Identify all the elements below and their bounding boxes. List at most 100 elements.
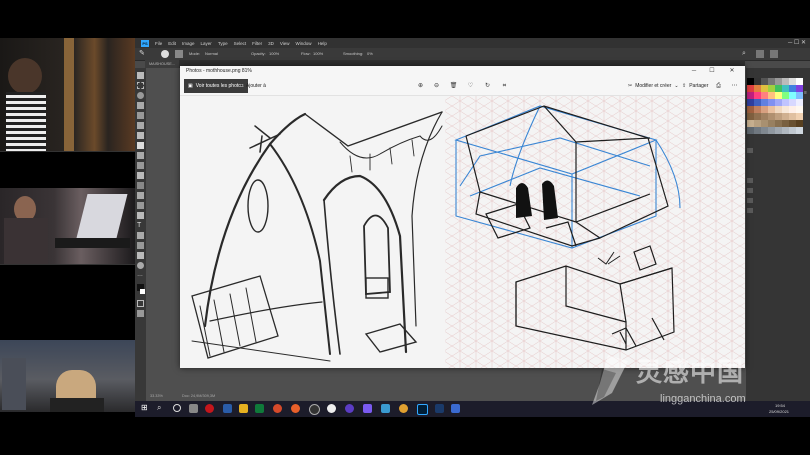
rotate-icon[interactable]: ↻ xyxy=(483,81,492,91)
app-icon[interactable] xyxy=(223,404,232,413)
color-swatch[interactable] xyxy=(782,120,789,127)
brush-preset-icon[interactable] xyxy=(161,50,169,58)
color-swatch[interactable] xyxy=(747,113,754,120)
panel-icon[interactable] xyxy=(747,198,753,203)
color-swatch[interactable] xyxy=(782,85,789,92)
app-icon[interactable] xyxy=(345,404,354,413)
favorite-icon[interactable]: ♡ xyxy=(466,81,475,91)
color-swatch[interactable] xyxy=(768,92,775,99)
path-select-tool-icon[interactable] xyxy=(137,232,144,239)
app-icon[interactable] xyxy=(205,404,214,413)
history-brush-tool-icon[interactable] xyxy=(137,162,144,169)
color-swatch[interactable] xyxy=(754,92,761,99)
menu-image[interactable]: Image xyxy=(182,41,195,46)
color-swatch[interactable] xyxy=(775,85,782,92)
stamp-tool-icon[interactable] xyxy=(137,152,144,159)
move-tool-icon[interactable] xyxy=(137,72,144,79)
color-swatch[interactable] xyxy=(754,120,761,127)
color-swatch[interactable] xyxy=(796,92,803,99)
type-tool-icon[interactable]: T xyxy=(137,222,144,229)
color-swatch[interactable] xyxy=(775,113,782,120)
color-swatch[interactable] xyxy=(796,127,803,134)
color-swatch[interactable] xyxy=(747,120,754,127)
menu-help[interactable]: Help xyxy=(318,41,327,46)
color-swatch[interactable] xyxy=(782,99,789,106)
crop-icon[interactable]: ⌗ xyxy=(500,81,509,91)
color-swatch[interactable] xyxy=(747,78,754,85)
task-view-icon[interactable] xyxy=(189,404,198,413)
color-swatch[interactable] xyxy=(754,106,761,113)
print-icon[interactable]: ⎙ xyxy=(714,81,723,91)
minimize-icon[interactable]: ─ xyxy=(687,67,701,76)
color-swatch[interactable] xyxy=(768,99,775,106)
menu-window[interactable]: Window xyxy=(296,41,312,46)
quick-mask-icon[interactable] xyxy=(137,300,144,307)
color-swatch[interactable] xyxy=(754,99,761,106)
cortana-icon[interactable] xyxy=(173,404,181,412)
color-swatch[interactable] xyxy=(796,78,803,85)
color-swatch[interactable] xyxy=(761,85,768,92)
color-swatch[interactable] xyxy=(782,127,789,134)
color-swatch[interactable] xyxy=(775,78,782,85)
delete-icon[interactable]: 🗑 xyxy=(449,81,458,91)
see-all-photos-button[interactable]: ▣ Voir toutes les photos xyxy=(184,79,248,93)
color-swatch[interactable] xyxy=(768,106,775,113)
color-swatch[interactable] xyxy=(789,92,796,99)
color-swatch[interactable] xyxy=(761,113,768,120)
color-swatch[interactable] xyxy=(768,85,775,92)
color-swatch[interactable] xyxy=(775,127,782,134)
color-swatch[interactable] xyxy=(796,99,803,106)
color-swatch[interactable] xyxy=(761,78,768,85)
color-swatch[interactable] xyxy=(761,127,768,134)
crop-tool-icon[interactable] xyxy=(137,112,144,119)
menu-type[interactable]: Type xyxy=(218,41,228,46)
panel-icon[interactable] xyxy=(747,148,753,153)
file-explorer-icon[interactable] xyxy=(239,404,248,413)
panel-menu-icon[interactable]: ≡ xyxy=(804,90,809,96)
color-swatch[interactable] xyxy=(747,127,754,134)
app-icon[interactable] xyxy=(255,404,264,413)
menu-layer[interactable]: Layer xyxy=(201,41,212,46)
photoshop-taskbar-icon[interactable] xyxy=(417,404,428,415)
color-swatch[interactable] xyxy=(796,85,803,92)
more-icon[interactable]: ⋯ xyxy=(730,81,739,91)
color-swatch[interactable] xyxy=(768,127,775,134)
app-icon[interactable] xyxy=(399,404,408,413)
window-controls[interactable]: ─ ☐ ✕ xyxy=(788,39,806,46)
color-swatch[interactable] xyxy=(789,106,796,113)
color-swatch[interactable] xyxy=(747,99,754,106)
brush-tool-icon[interactable]: ✎ xyxy=(139,50,147,58)
color-swatch[interactable] xyxy=(782,92,789,99)
menu-filter[interactable]: Filter xyxy=(252,41,262,46)
photo-image[interactable] xyxy=(180,96,745,368)
swatch-grid[interactable] xyxy=(747,78,803,136)
photos-app-icon[interactable] xyxy=(451,404,460,413)
quick-select-tool-icon[interactable] xyxy=(137,102,144,109)
color-swatch[interactable] xyxy=(775,99,782,106)
zoom-out-icon[interactable]: ⊖ xyxy=(432,81,441,91)
shape-tool-icon[interactable] xyxy=(137,242,144,249)
color-swatch[interactable] xyxy=(782,106,789,113)
screen-mode-icon[interactable] xyxy=(137,310,144,317)
brush-settings-icon[interactable] xyxy=(175,50,183,58)
edit-create-button[interactable]: ✂ Modifier et créer ⌄ xyxy=(628,81,679,91)
color-swatch[interactable] xyxy=(796,106,803,113)
hand-tool-icon[interactable] xyxy=(137,252,144,259)
color-swatch[interactable] xyxy=(754,85,761,92)
clock-date[interactable]: 25/09/2021 xyxy=(769,409,789,414)
color-swatch[interactable] xyxy=(782,113,789,120)
brush-tool-icon[interactable] xyxy=(137,142,144,149)
dodge-tool-icon[interactable] xyxy=(137,202,144,209)
healing-tool-icon[interactable] xyxy=(137,132,144,139)
color-swatch[interactable] xyxy=(789,85,796,92)
panel-icon[interactable] xyxy=(747,178,753,183)
search-icon[interactable]: ⌕ xyxy=(742,50,750,58)
color-swatch[interactable] xyxy=(754,113,761,120)
panel-icon[interactable] xyxy=(747,188,753,193)
menu-select[interactable]: Select xyxy=(234,41,247,46)
zoom-tool-icon[interactable] xyxy=(137,262,144,269)
color-swatch[interactable] xyxy=(789,127,796,134)
panel-icon[interactable] xyxy=(747,208,753,213)
color-swatch[interactable] xyxy=(775,92,782,99)
search-icon[interactable]: ⌕ xyxy=(157,404,161,412)
